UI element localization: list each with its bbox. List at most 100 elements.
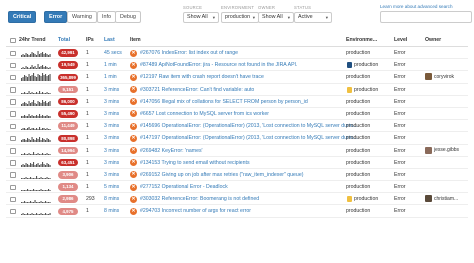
ips-count: 1 xyxy=(86,123,89,130)
last-seen[interactable]: 45 secs xyxy=(104,50,122,56)
row-checkbox[interactable] xyxy=(10,123,16,130)
table-row[interactable]: 63,451 1 3 mins ✕ #134153 Trying to send ema… xyxy=(6,157,468,169)
table-row[interactable]: 14,994 1 3 mins ✕ #269482 KeyError: 'names' p… xyxy=(6,145,468,157)
last-seen[interactable]: 8 mins xyxy=(104,208,119,214)
total-header[interactable]: Total xyxy=(58,37,70,43)
sparkline-bar xyxy=(21,92,23,94)
sparkline-bar xyxy=(36,114,38,118)
last-seen[interactable]: 3 mins xyxy=(104,135,119,141)
row-checkbox[interactable] xyxy=(10,148,16,154)
table-row[interactable]: 19,549 1 1 min ✕ #87489 ApiNotFoundError: ji… xyxy=(6,59,468,72)
table-row[interactable]: 1,134 1 5 mins ✕ #277152 Operational Error -… xyxy=(6,181,468,194)
ips-header[interactable]: IPs xyxy=(86,37,94,43)
level-debug-button[interactable]: Debug xyxy=(115,11,141,23)
error-level-icon: ✕ xyxy=(130,207,137,215)
total-count-badge: 3,906 xyxy=(58,171,78,179)
row-checkbox[interactable] xyxy=(10,99,16,105)
row-checkbox[interactable] xyxy=(10,50,16,56)
jira-icon[interactable] xyxy=(347,62,352,69)
owner[interactable]: christiam... xyxy=(425,195,458,203)
last-seen[interactable]: 3 mins xyxy=(104,99,119,105)
row-checkbox[interactable] xyxy=(10,111,16,117)
last-seen[interactable]: 1 min xyxy=(104,74,117,80)
owner-select[interactable]: Show All ▾ xyxy=(258,12,294,23)
last-seen[interactable]: 3 mins xyxy=(104,148,119,154)
table-row[interactable]: 4,975 1 8 mins ✕ #294703 Incorrect number of… xyxy=(6,205,468,218)
row-checkbox[interactable] xyxy=(10,196,16,203)
sparkline-bar xyxy=(30,129,32,131)
sparkline-bar xyxy=(34,54,36,57)
item-link[interactable]: #267076 IndexError: list index out of ra… xyxy=(140,50,238,56)
linked-issue-icon[interactable] xyxy=(347,86,352,93)
last-seen[interactable]: 3 mins xyxy=(104,160,119,166)
last-seen[interactable]: 8 mins xyxy=(104,196,119,202)
row-checkbox[interactable] xyxy=(10,62,16,69)
environment-value: production xyxy=(346,184,371,191)
last-header[interactable]: Last xyxy=(104,37,115,43)
item-link[interactable]: #277152 Operational Error - Deadlock xyxy=(140,184,228,190)
item-link[interactable]: #303721 ReferenceError: Can't find varia… xyxy=(140,87,254,93)
sparkline-bar xyxy=(40,176,42,179)
last-seen[interactable]: 3 mins xyxy=(104,172,119,178)
item-link[interactable]: #145696 OperationalError: (OperationalEr… xyxy=(140,123,357,129)
sparkline-bar xyxy=(28,113,30,118)
sparkline-bar xyxy=(37,64,39,70)
search-input[interactable] xyxy=(380,11,472,23)
level-info-button[interactable]: Info xyxy=(97,11,116,23)
environment-value: production xyxy=(346,171,371,178)
linked-issue-icon[interactable] xyxy=(347,196,352,203)
sparkline-bar xyxy=(22,213,24,216)
item-link[interactable]: #269482 KeyError: 'names' xyxy=(140,148,203,154)
advanced-search-link[interactable]: Learn more about advanced search xyxy=(380,4,453,9)
item-link[interactable]: #147197 OperationalError: (OperationalEr… xyxy=(140,135,357,141)
table-row[interactable]: 2,986 293 8 mins ✕ #303032 ReferenceError: B… xyxy=(6,193,468,206)
table-row[interactable]: 80,898 1 3 mins ✕ #147197 OperationalError: … xyxy=(6,132,468,145)
sparkline-bar xyxy=(40,163,42,167)
sparkline-bar xyxy=(27,77,29,82)
row-checkbox[interactable] xyxy=(10,172,16,178)
environment-value: production xyxy=(354,86,379,93)
level-warning-button[interactable]: Warning xyxy=(67,11,97,23)
item-link[interactable]: #294703 Incorrect number of args for rea… xyxy=(140,208,251,214)
sparkline-bar xyxy=(49,202,51,204)
sparkline-bar xyxy=(40,76,42,82)
last-seen[interactable]: 3 mins xyxy=(104,87,119,93)
owner[interactable]: jesse.gibbs xyxy=(425,146,459,154)
item-link[interactable]: #147056 Illegal mix of collations for SE… xyxy=(140,99,308,105)
environment-select[interactable]: production ▾ xyxy=(221,12,259,23)
table-row[interactable]: 9,151 1 3 mins ✕ #303721 ReferenceError: Can… xyxy=(6,84,468,96)
trend-sparkline xyxy=(21,73,51,82)
last-seen[interactable]: 3 mins xyxy=(104,111,119,117)
last-seen[interactable]: 3 mins xyxy=(104,123,119,129)
level-error-button[interactable]: Error xyxy=(44,11,68,23)
table-row[interactable]: 11,449 1 3 mins ✕ #145696 OperationalError: … xyxy=(6,120,468,133)
item-link[interactable]: #269152 Giving up on job after max retri… xyxy=(140,172,303,178)
owner[interactable]: coryvirok xyxy=(425,73,454,81)
status-select[interactable]: Active ▾ xyxy=(294,12,332,23)
item-link[interactable]: #303032 ReferenceError: Boomerang is not… xyxy=(140,196,259,202)
row-checkbox[interactable] xyxy=(10,74,16,81)
level-critical-button[interactable]: Critical xyxy=(8,11,37,23)
row-checkbox[interactable] xyxy=(10,135,16,142)
item-link[interactable]: #6657 Lost connection to MySQL server fr… xyxy=(140,111,269,117)
table-row[interactable]: 55,490 1 3 mins ✕ #6657 Lost connection to M… xyxy=(6,108,468,121)
item-link[interactable]: #134153 Trying to send email without rec… xyxy=(140,160,250,166)
item-link[interactable]: #87489 ApiNotFoundError: jira - Resource… xyxy=(140,62,297,68)
row-checkbox[interactable] xyxy=(10,87,16,93)
table-row[interactable]: 42,991 1 45 secs ✕ #267076 IndexError: list … xyxy=(6,47,468,60)
row-checkbox[interactable] xyxy=(10,160,16,166)
row-checkbox[interactable] xyxy=(10,208,16,215)
table-row[interactable]: 3,906 1 3 mins ✕ #269152 Giving up on job af… xyxy=(6,169,468,182)
select-all-checkbox[interactable] xyxy=(10,37,16,43)
sparkline-bar xyxy=(39,214,41,216)
table-row[interactable]: 365,899 1 1 min ✕ #12197 Raw item with crash… xyxy=(6,71,468,84)
item-link[interactable]: #12197 Raw item with crash report doesn'… xyxy=(140,74,264,80)
row-checkbox[interactable] xyxy=(10,184,16,191)
sparkline-bar xyxy=(25,76,27,82)
table-row[interactable]: 86,000 1 3 mins ✕ #147056 Illegal mix of col… xyxy=(6,96,468,108)
last-seen[interactable]: 1 min xyxy=(104,62,117,68)
sparkline-bar xyxy=(25,176,27,179)
source-select[interactable]: Show All ▾ xyxy=(183,12,219,23)
environment-value: production xyxy=(346,50,371,56)
last-seen[interactable]: 5 mins xyxy=(104,184,119,190)
